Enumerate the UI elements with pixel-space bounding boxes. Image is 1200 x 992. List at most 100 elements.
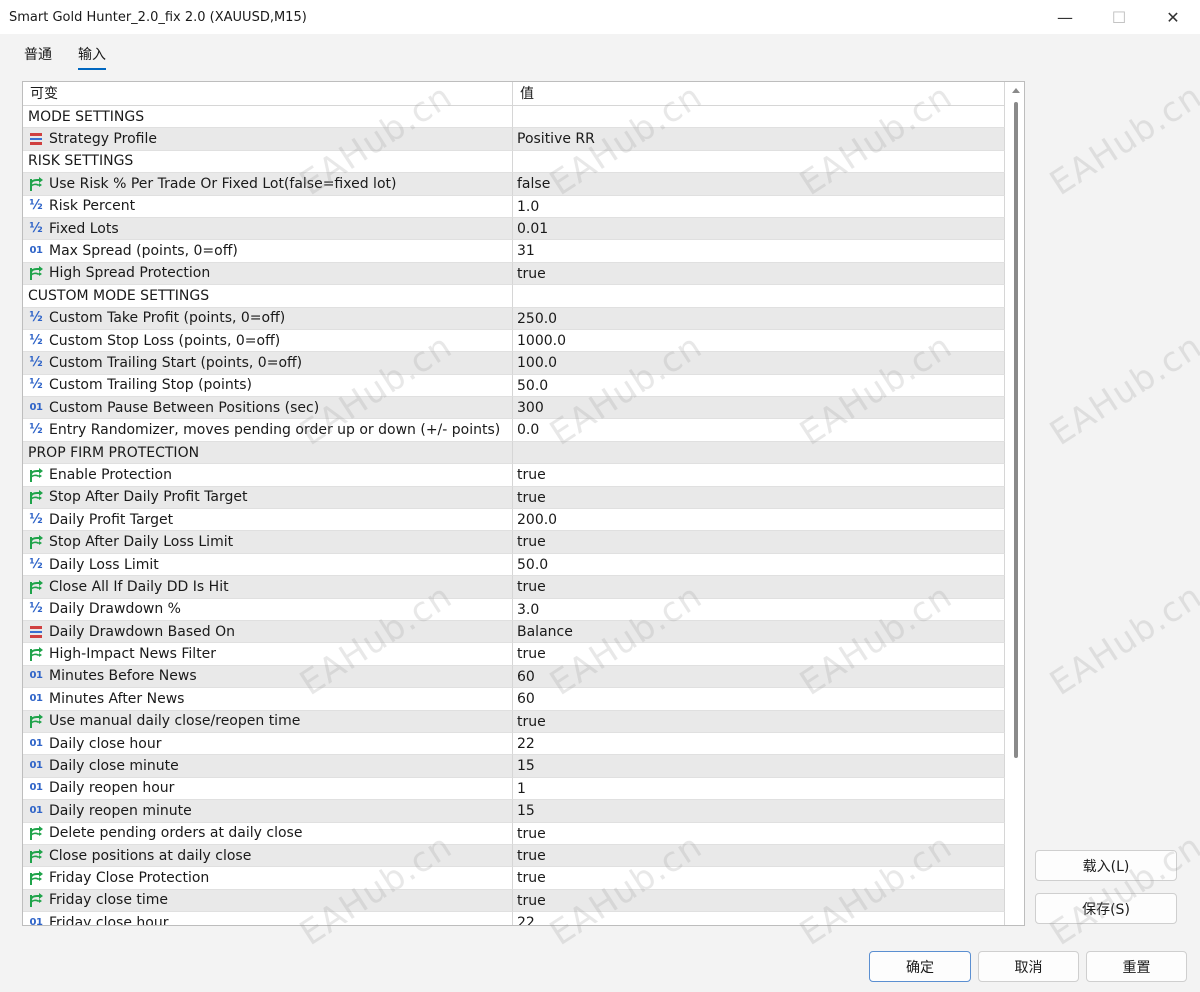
value-cell[interactable]: true <box>513 643 1005 666</box>
table-row[interactable]: High Spread Protection true <box>23 262 1005 286</box>
variable-name: Close positions at daily close <box>49 847 252 864</box>
table-row[interactable]: ½ Entry Randomizer, moves pending order u… <box>23 419 1005 442</box>
value-cell[interactable]: 0.0 <box>513 419 1005 442</box>
value-cell[interactable]: 100.0 <box>513 352 1005 375</box>
variable-cell: Use Risk % Per Trade Or Fixed Lot(false=… <box>23 173 513 196</box>
table-row[interactable]: Stop After Daily Profit Target true <box>23 486 1005 510</box>
table-row[interactable]: Close positions at daily close true <box>23 844 1005 868</box>
table-row[interactable]: 01 Minutes After News 60 <box>23 688 1005 711</box>
value-cell[interactable]: Positive RR <box>513 128 1005 151</box>
scroll-thumb[interactable] <box>1014 102 1018 758</box>
variable-name: Friday close time <box>49 892 169 909</box>
table-row[interactable]: ½ Daily Drawdown % 3.0 <box>23 598 1005 621</box>
table-row[interactable]: Strategy Profile Positive RR <box>23 128 1005 151</box>
value-cell[interactable]: 3.0 <box>513 598 1005 621</box>
value-cell[interactable]: true <box>513 576 1005 599</box>
ok-button[interactable]: 确定 <box>869 951 971 982</box>
value-cell[interactable]: 300 <box>513 397 1005 420</box>
value-cell[interactable]: true <box>513 710 1005 733</box>
value-cell[interactable]: true <box>513 464 1005 487</box>
value-cell[interactable]: true <box>513 822 1005 845</box>
value-cell[interactable]: true <box>513 844 1005 868</box>
variable-cell: ½ Fixed Lots <box>23 217 513 241</box>
table-row[interactable]: Friday close time true <box>23 889 1005 913</box>
tab-inputs[interactable]: 输入 <box>78 44 106 70</box>
value-cell[interactable]: 60 <box>513 665 1005 689</box>
section-row[interactable]: CUSTOM MODE SETTINGS <box>23 285 1005 308</box>
table-row[interactable]: High-Impact News Filter true <box>23 643 1005 666</box>
table-row[interactable]: 01 Daily close minute 15 <box>23 755 1005 778</box>
variable-name: Use Risk % Per Trade Or Fixed Lot(false=… <box>49 175 397 192</box>
table-row[interactable]: ½ Daily Profit Target 200.0 <box>23 509 1005 532</box>
vertical-scrollbar[interactable] <box>1007 82 1024 925</box>
section-row[interactable]: PROP FIRM PROTECTION <box>23 441 1005 465</box>
value-cell[interactable]: true <box>513 889 1005 913</box>
table-row[interactable]: ½ Daily Loss Limit 50.0 <box>23 553 1005 577</box>
load-button[interactable]: 载入(L) <box>1035 850 1177 881</box>
value-cell[interactable]: 60 <box>513 688 1005 711</box>
variable-name: High-Impact News Filter <box>49 646 217 663</box>
close-button[interactable]: ✕ <box>1146 0 1200 34</box>
value-cell[interactable]: 1.0 <box>513 195 1005 218</box>
value-cell[interactable]: 0.01 <box>513 217 1005 241</box>
scroll-up-arrow-icon[interactable] <box>1012 88 1020 93</box>
variable-cell: 01 Daily reopen minute <box>23 800 513 823</box>
integer-icon: 01 <box>29 737 43 749</box>
save-button[interactable]: 保存(S) <box>1035 893 1177 924</box>
table-row[interactable]: 01 Daily reopen minute 15 <box>23 800 1005 823</box>
reset-button[interactable]: 重置 <box>1086 951 1187 982</box>
table-row[interactable]: 01 Max Spread (points, 0=off) 31 <box>23 240 1005 263</box>
variable-name: Strategy Profile <box>49 131 157 148</box>
table-row[interactable]: Use Risk % Per Trade Or Fixed Lot(false=… <box>23 173 1005 196</box>
section-row[interactable]: RISK SETTINGS <box>23 150 1005 174</box>
value-cell[interactable]: true <box>513 867 1005 890</box>
cancel-button[interactable]: 取消 <box>978 951 1079 982</box>
table-row[interactable]: Use manual daily close/reopen time true <box>23 710 1005 733</box>
table-row[interactable]: 01 Friday close hour 22 <box>23 912 1005 926</box>
table-row[interactable]: 01 Daily reopen hour 1 <box>23 777 1005 801</box>
table-row[interactable]: Daily Drawdown Based On Balance <box>23 620 1005 644</box>
variable-name: Custom Take Profit (points, 0=off) <box>49 310 286 327</box>
table-row[interactable]: ½ Custom Trailing Start (points, 0=off) 10… <box>23 352 1005 375</box>
variable-cell: 01 Friday close hour <box>23 912 513 926</box>
value-cell[interactable]: 1000.0 <box>513 329 1005 353</box>
value-cell[interactable]: 200.0 <box>513 509 1005 532</box>
table-row[interactable]: 01 Daily close hour 22 <box>23 732 1005 756</box>
table-row[interactable]: ½ Fixed Lots 0.01 <box>23 217 1005 241</box>
table-row[interactable]: 01 Custom Pause Between Positions (sec) 30… <box>23 397 1005 420</box>
minimize-button[interactable]: — <box>1038 0 1092 34</box>
value-cell[interactable]: true <box>513 262 1005 286</box>
value-cell[interactable]: 1 <box>513 777 1005 801</box>
variable-cell: 01 Max Spread (points, 0=off) <box>23 240 513 263</box>
table-row[interactable]: Delete pending orders at daily close true <box>23 822 1005 845</box>
tab-common[interactable]: 普通 <box>24 44 52 64</box>
table-row[interactable]: 01 Minutes Before News 60 <box>23 665 1005 689</box>
value-cell[interactable]: true <box>513 531 1005 554</box>
value-cell[interactable]: 31 <box>513 240 1005 263</box>
value-cell[interactable]: 15 <box>513 800 1005 823</box>
table-row[interactable]: ½ Custom Take Profit (points, 0=off) 250.0 <box>23 307 1005 330</box>
column-header-value[interactable]: 值 <box>513 82 1005 106</box>
column-header-variable[interactable]: 可变 <box>23 82 513 106</box>
table-row[interactable]: ½ Custom Stop Loss (points, 0=off) 1000.0 <box>23 329 1005 353</box>
section-row[interactable]: MODE SETTINGS <box>23 106 1005 129</box>
branch-arrow-icon <box>27 847 45 865</box>
value-cell[interactable]: 50.0 <box>513 553 1005 577</box>
value-cell[interactable]: 15 <box>513 755 1005 778</box>
variable-name: Friday close hour <box>49 914 169 926</box>
table-row[interactable]: Friday Close Protection true <box>23 867 1005 890</box>
fraction-icon: ½ <box>29 198 43 214</box>
value-cell[interactable]: 22 <box>513 912 1005 925</box>
table-row[interactable]: ½ Risk Percent 1.0 <box>23 195 1005 218</box>
variable-name: MODE SETTINGS <box>28 108 145 125</box>
table-row[interactable]: Close All If Daily DD Is Hit true <box>23 576 1005 599</box>
value-cell[interactable]: 250.0 <box>513 307 1005 330</box>
table-row[interactable]: ½ Custom Trailing Stop (points) 50.0 <box>23 374 1005 398</box>
value-cell[interactable]: true <box>513 486 1005 510</box>
table-row[interactable]: Enable Protection true <box>23 464 1005 487</box>
value-cell[interactable]: 22 <box>513 732 1005 756</box>
table-row[interactable]: Stop After Daily Loss Limit true <box>23 531 1005 554</box>
value-cell[interactable]: false <box>513 173 1005 196</box>
value-cell[interactable]: 50.0 <box>513 374 1005 398</box>
value-cell[interactable]: Balance <box>513 620 1005 644</box>
